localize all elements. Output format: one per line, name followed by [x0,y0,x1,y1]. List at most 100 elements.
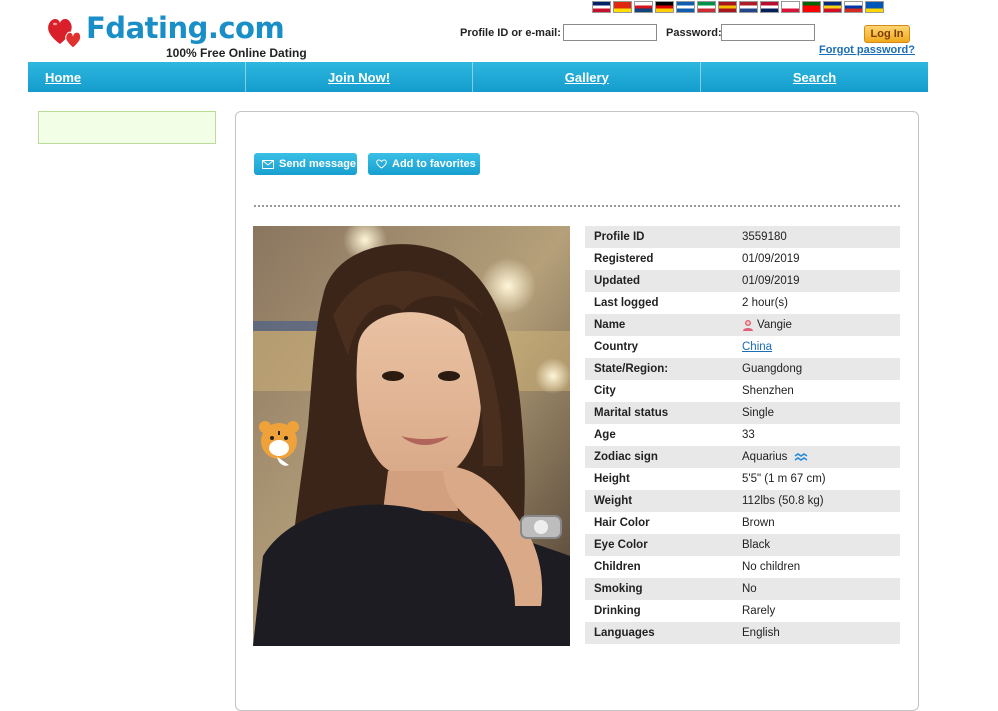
profile-row-value: 01/09/2019 [742,275,900,287]
norway-flag-icon[interactable] [760,1,779,13]
uk-flag-icon[interactable] [592,1,611,13]
profile-row-value: Aquarius [742,451,900,463]
login-button[interactable]: Log In [864,25,910,43]
profile-row-value: Single [742,407,900,419]
forgot-password-link[interactable]: Forgot password? [819,44,915,56]
profile-row-label: Last logged [594,297,659,309]
nav-search[interactable]: Search [701,62,928,92]
profile-row-label: Zodiac sign [594,451,658,463]
profile-row-smoking: Smoking No [585,578,900,600]
add-to-favorites-button[interactable]: Add to favorites [368,153,480,175]
profile-row-children: Children No children [585,556,900,578]
profile-row-label: Hair Color [594,517,650,529]
profile-photo-image [253,226,570,646]
profile-row-value-text: No children [742,561,801,573]
profile-row-label: Eye Color [594,539,648,551]
profile-row-value: Shenzhen [742,385,900,397]
profile-photo[interactable] [253,226,570,646]
profile-row-value-text: China [742,341,773,353]
profile-row-label: Drinking [594,605,641,617]
send-message-button[interactable]: Send message [254,153,357,175]
profile-row-state-region: State/Region: Guangdong [585,358,900,380]
profile-row-label: Smoking [594,583,643,595]
profile-row-registered: Registered 01/09/2019 [585,248,900,270]
profile-row-country: Country China [585,336,900,358]
country-link[interactable]: China [742,341,900,353]
nav-gallery[interactable]: Gallery [473,62,702,92]
profile-row-value: Rarely [742,605,900,617]
profile-row-value-text: Shenzhen [742,385,794,397]
profile-row-height: Height 5'5" (1 m 67 cm) [585,468,900,490]
profile-row-value-text: Vangie [757,319,792,331]
profile-row-label: State/Region: [594,363,669,375]
send-message-label: Send message [279,158,357,170]
profile-row-value: 2 hour(s) [742,297,900,309]
russia-flag-icon[interactable] [844,1,863,13]
logo-text: Fdating.com [86,11,285,45]
china-flag-icon[interactable] [613,1,632,13]
profile-row-value: Brown [742,517,900,529]
profile-row-label: Weight [594,495,633,507]
profile-row-value-text: 01/09/2019 [742,275,800,287]
logo-tagline: 100% Free Online Dating [166,46,307,60]
profile-row-last-logged: Last logged 2 hour(s) [585,292,900,314]
nav-join-now[interactable]: Join Now! [246,62,474,92]
profile-row-hair-color: Hair Color Brown [585,512,900,534]
italy-flag-icon[interactable] [697,1,716,13]
czech-flag-icon[interactable] [634,1,653,13]
profile-row-weight: Weight 112lbs (50.8 kg) [585,490,900,512]
profile-row-profile-id: Profile ID 3559180 [585,226,900,248]
dotted-divider [254,205,900,207]
portugal-flag-icon[interactable] [802,1,821,13]
profile-row-value-text: 33 [742,429,755,441]
profile-row-value: No children [742,561,900,573]
profile-row-label: Children [594,561,641,573]
female-user-icon [743,320,753,331]
profile-row-updated: Updated 01/09/2019 [585,270,900,292]
main-nav: Home Join Now! Gallery Search [28,62,928,92]
heart-icon [376,159,387,169]
spain-flag-icon[interactable] [718,1,737,13]
profile-row-value: 3559180 [742,231,900,243]
profile-row-drinking: Drinking Rarely [585,600,900,622]
profile-row-value-text: English [742,627,780,639]
profile-row-value-text: Brown [742,517,775,529]
profile-row-value-text: 2 hour(s) [742,297,789,309]
germany-flag-icon[interactable] [655,1,674,13]
profile-row-value-text: Single [742,407,774,419]
profile-row-zodiac-sign: Zodiac sign Aquarius [585,446,900,468]
profile-row-value: 33 [742,429,900,441]
site-logo[interactable]: Fdating.com 100% Free Online Dating [46,11,307,60]
profile-row-label: Profile ID [594,231,645,243]
profile-row-value-text: Aquarius [742,451,788,463]
password-input[interactable] [721,24,815,41]
nav-home[interactable]: Home [28,62,246,92]
profile-row-age: Age 33 [585,424,900,446]
netherlands-flag-icon[interactable] [739,1,758,13]
profile-row-label: Updated [594,275,640,287]
add-to-favorites-label: Add to favorites [392,158,476,170]
poland-flag-icon[interactable] [781,1,800,13]
romania-flag-icon[interactable] [823,1,842,13]
ukraine-flag-icon[interactable] [865,1,884,13]
profile-row-value: 01/09/2019 [742,253,900,265]
profile-row-languages: Languages English [585,622,900,644]
profile-id-label: Profile ID or e-mail: [460,27,561,39]
profile-details-table: Profile ID 3559180 Registered 01/09/2019 Upd… [585,226,900,644]
profile-row-marital-status: Marital status Single [585,402,900,424]
profile-row-value: No [742,583,900,595]
profile-row-value-text: 3559180 [742,231,787,243]
profile-row-label: City [594,385,616,397]
profile-row-value: Black [742,539,900,551]
greece-flag-icon[interactable] [676,1,695,13]
profile-row-city: City Shenzhen [585,380,900,402]
profile-row-value-text: Black [742,539,771,551]
profile-row-label: Age [594,429,616,441]
profile-row-value-text: No [742,583,757,595]
profile-id-input[interactable] [563,24,657,41]
profile-row-eye-color: Eye Color Black [585,534,900,556]
profile-row-label: Country [594,341,639,353]
profile-row-value-text: 112lbs (50.8 kg) [742,495,824,507]
envelope-icon [262,159,274,169]
profile-row-value: 112lbs (50.8 kg) [742,495,900,507]
